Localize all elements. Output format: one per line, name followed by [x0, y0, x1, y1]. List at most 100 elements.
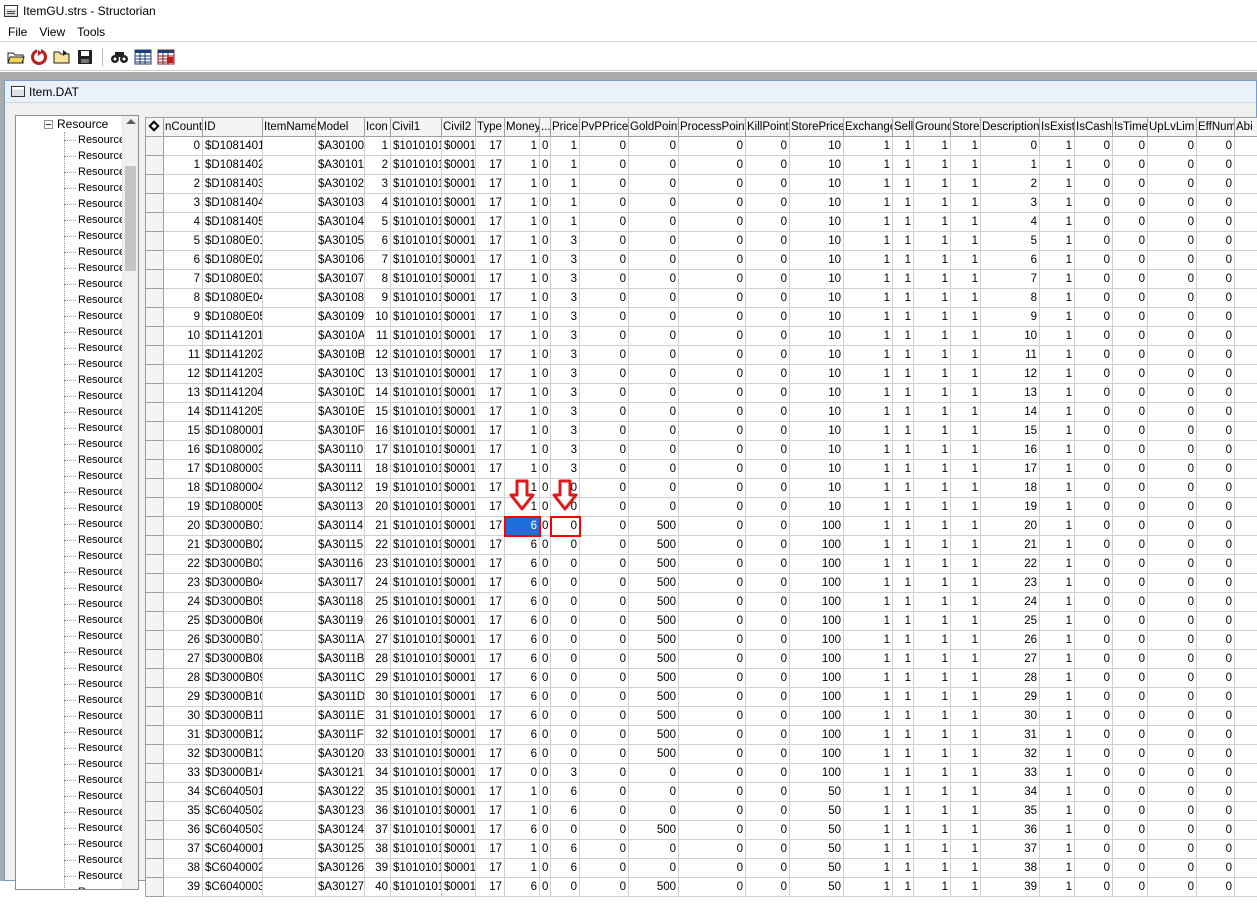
- tree-item[interactable]: Resource: [64, 468, 125, 484]
- table-cell[interactable]: 1: [951, 878, 981, 897]
- table-cell[interactable]: 0: [746, 232, 790, 251]
- table-row[interactable]: 3$D1081404$A301034$1010101$0001171010000…: [146, 194, 1257, 213]
- tree-item[interactable]: Resource: [64, 324, 125, 340]
- table-cell[interactable]: 26: [365, 612, 391, 631]
- table-cell[interactable]: 1: [1040, 308, 1075, 327]
- table-cell[interactable]: 0: [580, 460, 629, 479]
- table-cell[interactable]: 0: [580, 536, 629, 555]
- table-cell[interactable]: $0001: [442, 384, 476, 403]
- table-cell[interactable]: 0: [1113, 650, 1148, 669]
- table-row[interactable]: 6$D1080E02$A301067$1010101$0001171030000…: [146, 251, 1257, 270]
- table-cell[interactable]: 0: [1113, 593, 1148, 612]
- table-cell[interactable]: 10: [790, 175, 844, 194]
- tree-item[interactable]: Resource: [64, 628, 125, 644]
- row-header[interactable]: [146, 460, 164, 479]
- table-cell[interactable]: 50: [790, 878, 844, 897]
- table-cell[interactable]: 6: [505, 593, 540, 612]
- table-cell[interactable]: $D1080E02: [203, 251, 263, 270]
- table-cell[interactable]: $1010101: [391, 555, 442, 574]
- table-cell[interactable]: 0: [580, 878, 629, 897]
- table-cell[interactable]: 28: [164, 669, 203, 688]
- table-cell[interactable]: 1: [951, 745, 981, 764]
- table-cell[interactable]: 0: [679, 707, 746, 726]
- table-cell[interactable]: $1010101: [391, 270, 442, 289]
- table-cell[interactable]: 17: [476, 194, 505, 213]
- tree-item[interactable]: Resource: [64, 852, 125, 868]
- table-cell[interactable]: [1235, 631, 1257, 650]
- table-cell[interactable]: 20: [981, 517, 1040, 536]
- table-row[interactable]: 36$C6040503$A3012437$1010101$00011760005…: [146, 821, 1257, 840]
- table-cell[interactable]: 0: [1113, 441, 1148, 460]
- row-header[interactable]: [146, 650, 164, 669]
- table-cell[interactable]: [1235, 878, 1257, 897]
- table-cell[interactable]: 1: [951, 365, 981, 384]
- table-cell[interactable]: [263, 764, 316, 783]
- table-cell[interactable]: 8: [981, 289, 1040, 308]
- table-cell[interactable]: 0: [1148, 688, 1197, 707]
- table-cell[interactable]: 0: [1197, 669, 1235, 688]
- table-cell[interactable]: 14: [164, 403, 203, 422]
- table-cell[interactable]: $D3000B06: [203, 612, 263, 631]
- table-cell[interactable]: 1: [951, 821, 981, 840]
- table-cell[interactable]: 1: [1040, 688, 1075, 707]
- table-cell[interactable]: $0001: [442, 574, 476, 593]
- table-cell[interactable]: [263, 878, 316, 897]
- table-cell[interactable]: 0: [746, 878, 790, 897]
- table-cell[interactable]: 50: [790, 783, 844, 802]
- table-cell[interactable]: 1: [893, 441, 914, 460]
- table-cell[interactable]: 17: [476, 555, 505, 574]
- table-row[interactable]: 1$D1081402$A301012$1010101$0001171010000…: [146, 156, 1257, 175]
- table-cell[interactable]: 0: [580, 631, 629, 650]
- table-cell[interactable]: 1: [893, 460, 914, 479]
- table-cell[interactable]: 0: [1148, 802, 1197, 821]
- table-cell[interactable]: 0: [540, 574, 551, 593]
- table-cell[interactable]: 500: [629, 612, 679, 631]
- table-cell[interactable]: 100: [790, 593, 844, 612]
- table-cell[interactable]: 0: [1113, 859, 1148, 878]
- table-cell[interactable]: 0: [551, 650, 580, 669]
- table-row[interactable]: 19$D1080005$A3011320$1010101$00011710000…: [146, 498, 1257, 517]
- table-cell[interactable]: $0001: [442, 688, 476, 707]
- table-cell[interactable]: $0001: [442, 422, 476, 441]
- table-cell[interactable]: $A30106: [316, 251, 365, 270]
- table-cell[interactable]: [263, 745, 316, 764]
- table-cell[interactable]: 21: [365, 517, 391, 536]
- table-cell[interactable]: [263, 479, 316, 498]
- table-cell[interactable]: 1: [914, 156, 951, 175]
- table-cell[interactable]: 0: [580, 821, 629, 840]
- table-cell[interactable]: 0: [1113, 878, 1148, 897]
- table-cell[interactable]: 17: [476, 156, 505, 175]
- table-cell[interactable]: $A30121: [316, 764, 365, 783]
- table-cell[interactable]: 0: [580, 593, 629, 612]
- table-cell[interactable]: 0: [1148, 156, 1197, 175]
- table-cell[interactable]: $A30105: [316, 232, 365, 251]
- table-cell[interactable]: 0: [1148, 137, 1197, 156]
- table-cell[interactable]: 0: [540, 593, 551, 612]
- table-cell[interactable]: [263, 726, 316, 745]
- tree-item[interactable]: Resource: [64, 868, 125, 884]
- table-cell[interactable]: 1: [505, 460, 540, 479]
- table-cell[interactable]: 6: [551, 783, 580, 802]
- table-cell[interactable]: 21: [164, 536, 203, 555]
- table-row[interactable]: 28$D3000B09$A3011C29$1010101$00011760005…: [146, 669, 1257, 688]
- table-cell[interactable]: 17: [476, 878, 505, 897]
- table-cell[interactable]: [263, 688, 316, 707]
- table-cell[interactable]: 0: [540, 859, 551, 878]
- tree-item[interactable]: Resource: [64, 500, 125, 516]
- table-cell[interactable]: 17: [476, 783, 505, 802]
- table-cell[interactable]: $0001: [442, 859, 476, 878]
- table-cell[interactable]: 0: [1075, 707, 1113, 726]
- table-cell[interactable]: 0: [540, 783, 551, 802]
- tree-item[interactable]: Resource: [64, 212, 125, 228]
- table-cell[interactable]: 0: [679, 688, 746, 707]
- table-cell[interactable]: 17: [476, 802, 505, 821]
- table-cell[interactable]: 3: [551, 270, 580, 289]
- table-cell[interactable]: 1: [951, 270, 981, 289]
- table-cell[interactable]: $D3000B05: [203, 593, 263, 612]
- table-cell[interactable]: 3: [365, 175, 391, 194]
- table-cell[interactable]: 23: [981, 574, 1040, 593]
- table-cell[interactable]: 50: [790, 859, 844, 878]
- table-cell[interactable]: [1235, 270, 1257, 289]
- table-cell[interactable]: 1: [505, 384, 540, 403]
- table-cell[interactable]: $1010101: [391, 536, 442, 555]
